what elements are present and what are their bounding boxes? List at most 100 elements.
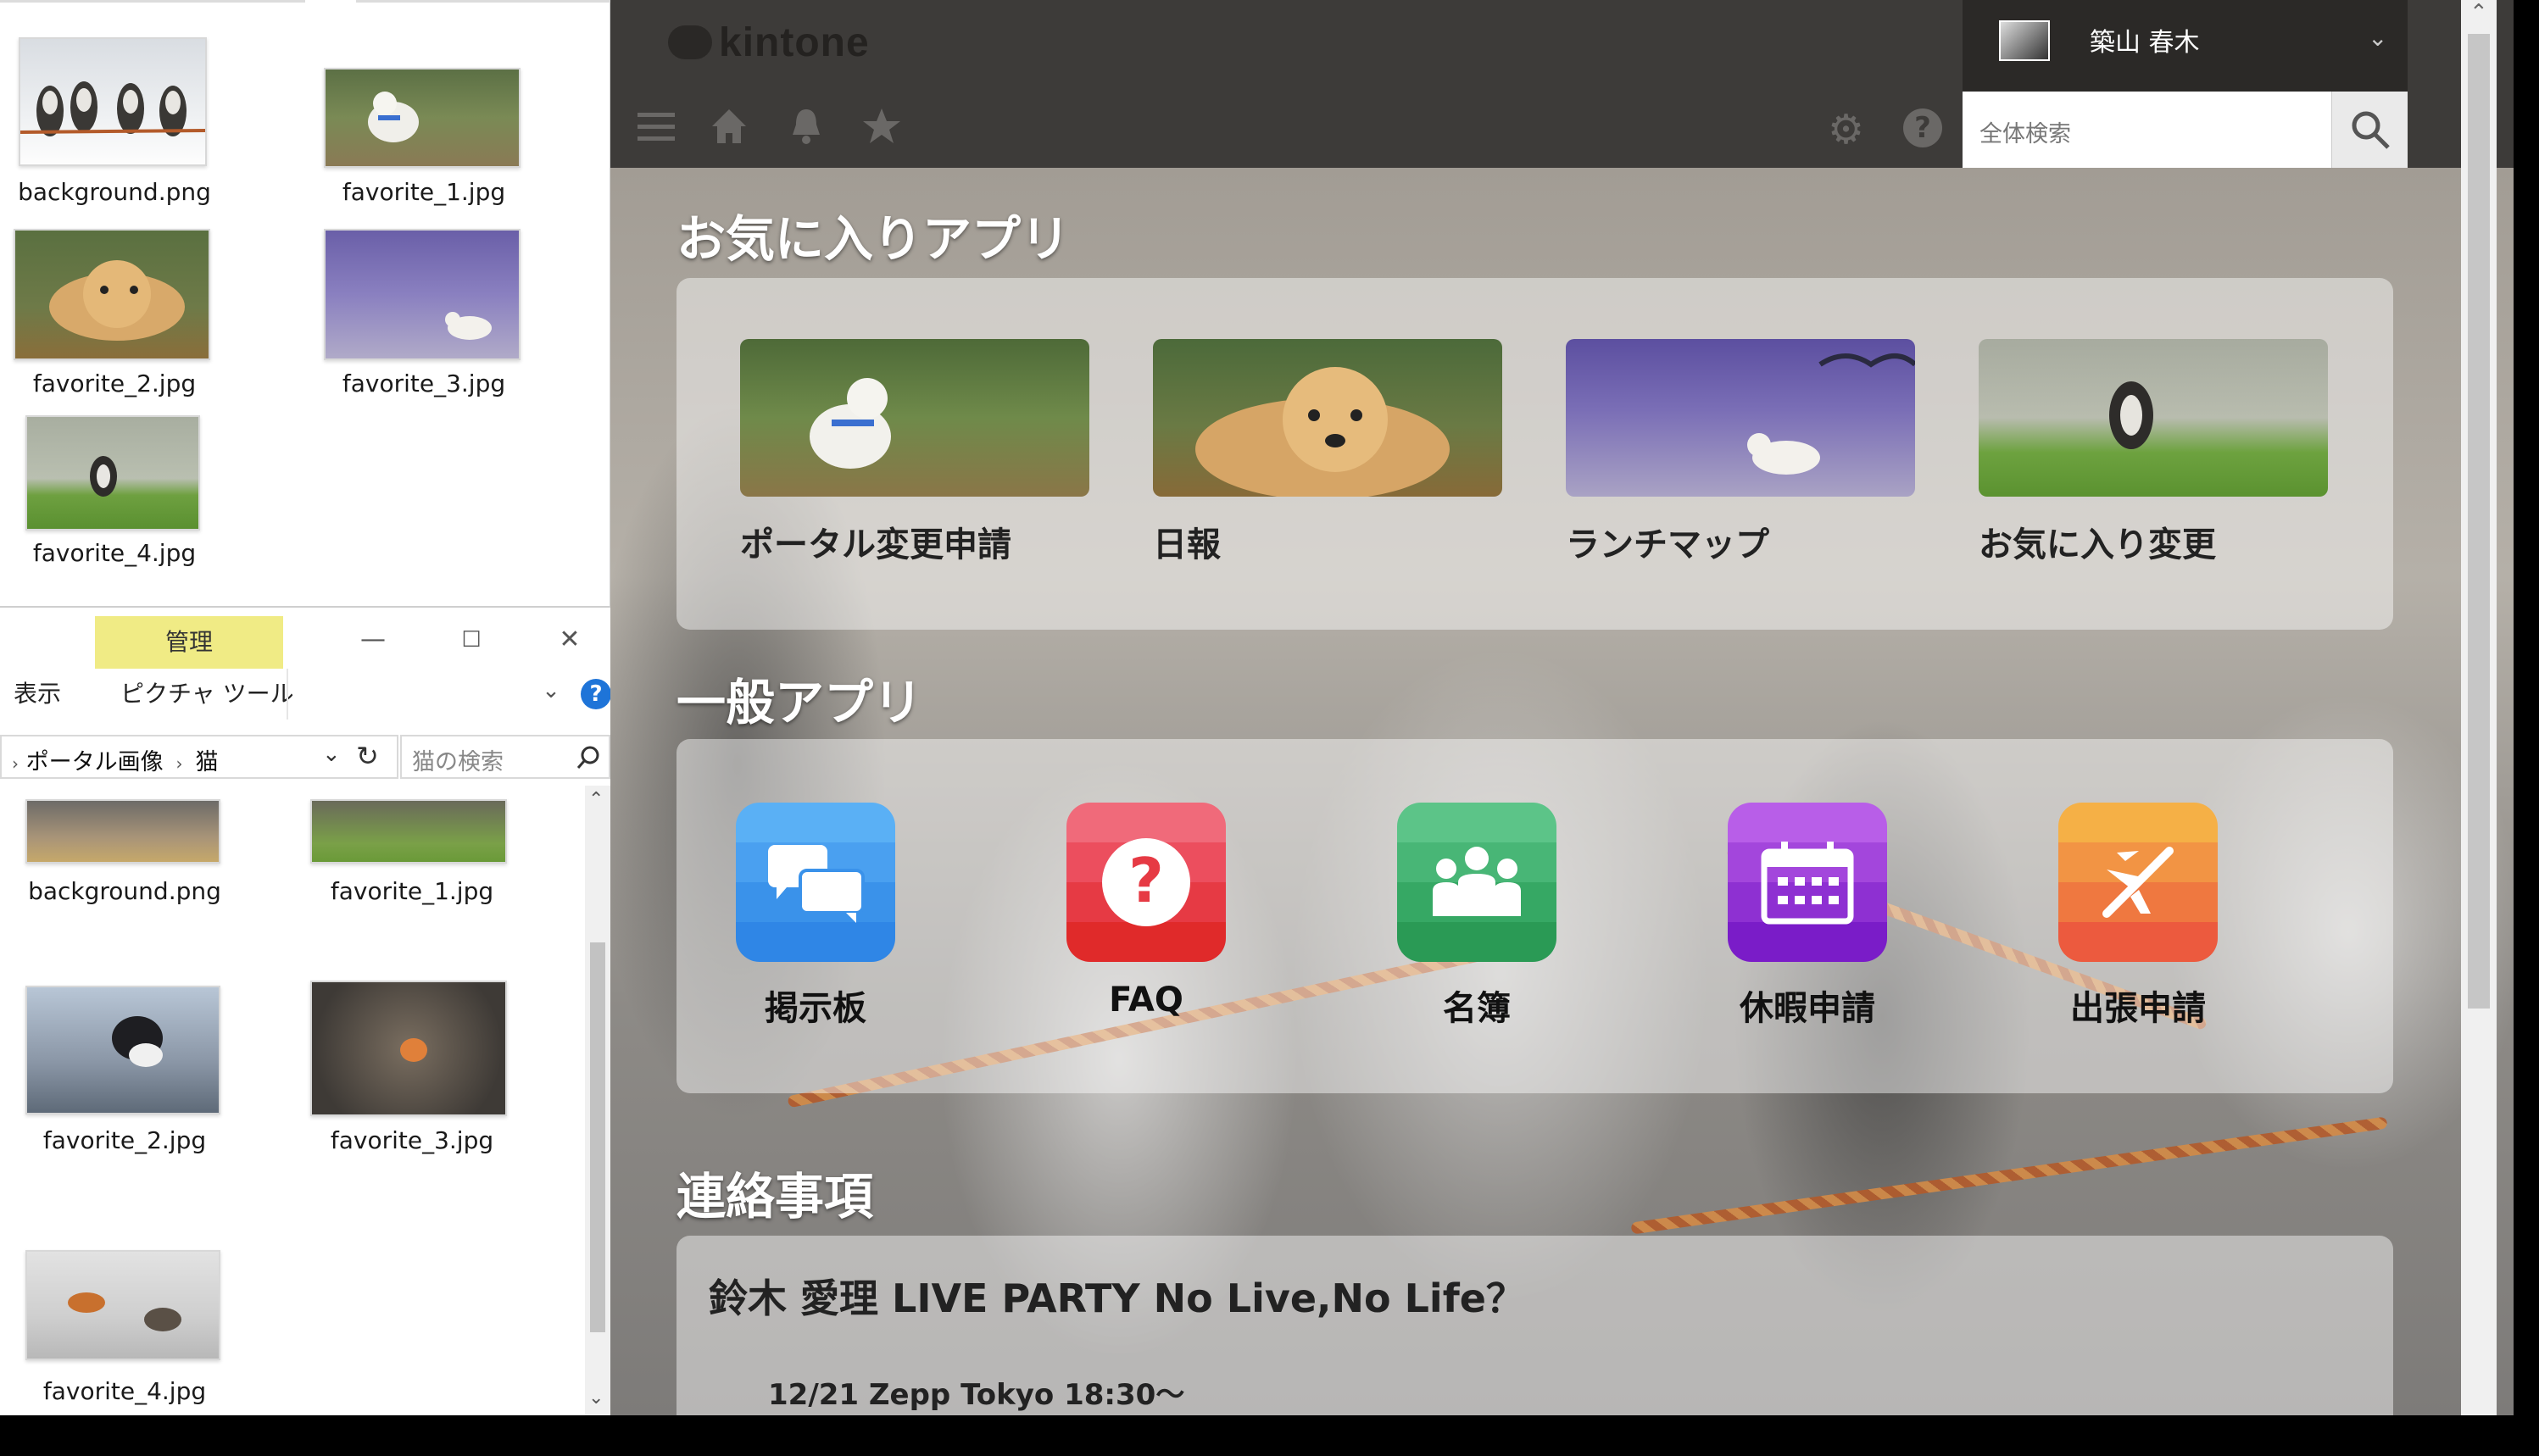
question-icon: ? [1102,838,1190,926]
favorite-app-label: ランチマップ [1566,525,1769,564]
address-bar[interactable]: › ポータル画像 › 猫 ⌄ ↻ [0,735,398,779]
general-section-title: 一般アプリ [677,674,923,731]
file-name[interactable]: favorite_2.jpg [0,370,242,397]
help-icon[interactable]: ? [581,679,611,709]
kintone-portal: kintone ⚙ ? 築山 春木 ⌄ 全体検索 お気に入りアプリ ポータル変更… [610,0,2514,1441]
file-thumbnail-favorite-4[interactable] [25,1250,220,1360]
ribbon-context-tab[interactable]: 管理 [95,616,283,669]
favorites-panel: ポータル変更申請 日報 ランチマップ お気に入り変更 [677,278,2393,630]
white-dog-image [368,92,419,142]
app-image-arctic-fox [1566,339,1915,497]
file-thumbnail-background[interactable] [25,799,220,864]
menu-icon[interactable] [632,106,680,153]
file-thumbnail-favorite-3[interactable] [324,229,521,360]
arctic-fox-image [445,312,492,340]
file-name[interactable]: background.png [0,178,242,206]
star-icon[interactable] [858,106,905,153]
app-image-white-dog [740,339,1089,497]
search-button[interactable] [2331,92,2408,168]
global-search-input[interactable]: 全体検索 [1963,92,2331,168]
puppy-image [49,260,185,341]
calendar-icon [1761,842,1854,925]
kitten-image [112,1016,163,1067]
search-placeholder: 全体検索 [1979,121,2071,147]
bell-icon[interactable] [782,106,830,153]
svg-text:?: ? [1128,845,1164,916]
chevron-down-icon[interactable]: ⌄ [534,674,568,708]
file-thumbnail-favorite-4[interactable] [25,415,200,531]
scrollbar-thumb[interactable] [2468,34,2490,1009]
running-dog-image [90,456,117,497]
file-thumbnail-background[interactable] [19,37,207,166]
home-icon[interactable] [705,106,753,153]
notice-body: 12/21 Zepp Tokyo 18:30〜 [768,1378,1185,1412]
file-thumbnail-favorite-1[interactable] [310,799,507,864]
favorites-section-title: お気に入りアプリ [677,210,1071,268]
explorer-window-bottom: 管理 — ☐ ✕ 表示 ピクチャ ツール ⌄ ? › ポータル画像 › 猫 ⌄ … [0,606,611,1417]
file-name[interactable]: favorite_2.jpg [0,1126,252,1154]
file-thumbnail-favorite-2[interactable] [14,229,210,360]
cloud-icon [668,25,712,59]
favorite-app-label: 日報 [1153,525,1221,564]
minimize-icon[interactable]: — [356,623,390,657]
file-name[interactable]: favorite_3.jpg [297,370,551,397]
general-apps-panel: 掲示板 ? FAQ 名簿 休暇申請 出張申請 [677,739,2393,1093]
user-menu[interactable]: 築山 春木 ⌄ [1963,0,2408,92]
file-name[interactable]: favorite_1.jpg [285,877,539,905]
tab-picture-tools[interactable]: ピクチャ ツール [120,675,294,709]
file-thumbnail-favorite-3[interactable] [310,981,507,1116]
breadcrumb-item[interactable]: ポータル画像 [26,749,164,775]
app-icon-tile [1728,803,1887,962]
breadcrumb-item[interactable]: 猫 [196,749,219,775]
scroll-down-arrow[interactable]: ⌄ [588,1387,604,1409]
chevron-down-icon: ⌄ [2368,24,2388,52]
file-name[interactable]: favorite_1.jpg [297,178,551,206]
app-label: FAQ [1109,981,1183,1020]
portal-scrollbar[interactable]: ⌃ ⌄ [2461,0,2497,1441]
notice-heading: 鈴木 愛理 LIVE PARTY No Live,No Life？ [709,1275,1525,1321]
app-icon-tile: ? [1066,803,1226,962]
file-name[interactable]: background.png [0,877,252,905]
avatar [1999,20,2050,61]
app-label: 出張申請 [2070,989,2206,1028]
file-name[interactable]: favorite_3.jpg [285,1126,539,1154]
folder-scrollbar[interactable]: ⌃ ⌄ [585,786,610,1417]
maximize-icon[interactable]: ☐ [454,623,488,657]
help-icon[interactable]: ? [1903,108,1942,147]
favorite-app-label: ポータル変更申請 [740,525,1011,564]
app-icon-tile [2058,803,2218,962]
app-label: 休暇申請 [1740,989,1875,1028]
file-name[interactable]: favorite_4.jpg [0,1377,252,1405]
playing-cats-image [68,1292,181,1331]
orange-kitten-image [400,1038,427,1062]
explorer-window-top: background.png favorite_1.jpg favorite_2… [0,0,610,606]
search-placeholder: 猫の検索 [412,749,504,775]
taskbar-edge [0,1415,2539,1456]
app-icon-tile [1397,803,1556,962]
dropdown-arrow-icon[interactable]: ⌄ [322,742,341,767]
scroll-up-arrow[interactable]: ⌃ [588,789,604,810]
tab-view[interactable]: 表示 [14,675,61,709]
scrollbar-thumb[interactable] [590,942,605,1332]
refresh-icon[interactable]: ↻ [356,740,379,772]
chevron-right-icon: › [12,753,19,774]
window-top-edge [0,0,610,5]
scroll-up-arrow[interactable]: ⌃ [2469,0,2488,25]
user-name: 築山 春木 [2090,28,2200,58]
logo-text: kintone [719,19,870,65]
kintone-header: kintone ⚙ ? 築山 春木 ⌄ 全体検索 [610,0,2514,168]
plane-icon [2102,847,2174,918]
favorite-app-label: お気に入り変更 [1979,525,2216,564]
app-label: 名簿 [1443,989,1511,1028]
chat-icon [768,845,865,923]
close-icon[interactable]: ✕ [553,623,587,657]
file-thumbnail-favorite-1[interactable] [324,68,521,168]
file-name[interactable]: favorite_4.jpg [0,539,242,567]
kintone-logo[interactable]: kintone [668,17,870,68]
breadcrumb: › ポータル画像 › 猫 [12,743,219,776]
gear-icon[interactable]: ⚙ [1828,106,1864,153]
folder-search-input[interactable]: 猫の検索 [400,735,610,779]
chevron-right-icon: › [170,753,188,774]
file-thumbnail-favorite-2[interactable] [25,986,220,1114]
search-icon [576,746,599,769]
